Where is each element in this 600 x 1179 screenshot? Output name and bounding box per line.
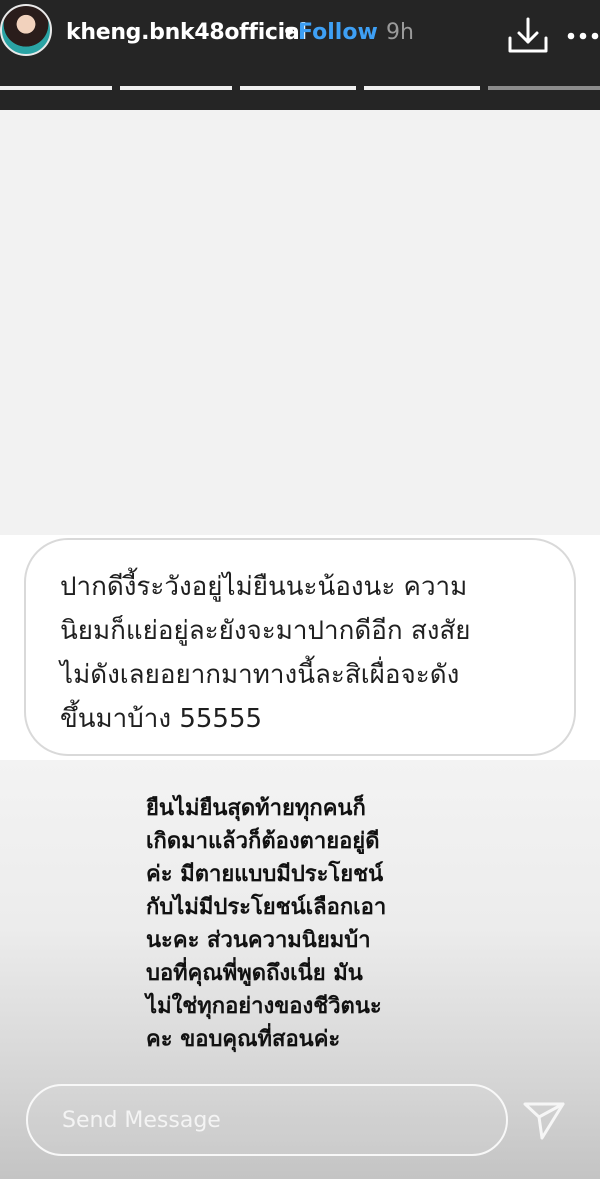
- reply-text-line: บอที่คุณพี่พูดถึงเนี่ย มัน: [146, 961, 363, 986]
- progress-segment-current: [488, 86, 600, 90]
- send-message-input[interactable]: Send Message: [26, 1084, 508, 1156]
- quoted-message-line: ปากดีงี้ระวังอยู่ไม่ยืนนะน้องนะ ความ: [60, 572, 468, 602]
- story-blank-area: [0, 110, 600, 535]
- reply-text-line: นะคะ ส่วนความนิยมบ้า: [146, 928, 371, 953]
- avatar[interactable]: [0, 4, 52, 56]
- progress-segment: [0, 86, 112, 90]
- progress-segment: [364, 86, 480, 90]
- post-time: 9h: [386, 20, 414, 45]
- send-icon[interactable]: [522, 1098, 566, 1142]
- username[interactable]: kheng.bnk48official: [66, 20, 307, 45]
- reply-text-line: เกิดมาแล้วก็ต้องตายอยู่ดี: [146, 829, 380, 854]
- reply-text-line: ยืนไม่ยืนสุดท้ายทุกคนก็: [146, 796, 366, 821]
- progress-segment: [240, 86, 356, 90]
- send-message-placeholder: Send Message: [62, 1108, 221, 1133]
- reply-text-line: คะ ขอบคุณที่สอนค่ะ: [146, 1027, 341, 1052]
- story-progress: [0, 86, 600, 92]
- story-header: kheng.bnk48official • Follow 9h: [0, 0, 600, 110]
- reply-text-line: กับไม่มีประโยชน์เลือกเอา: [146, 895, 387, 920]
- progress-segment: [120, 86, 232, 90]
- reply-text-line: ค่ะ มีตายแบบมีประโยชน์: [146, 862, 384, 887]
- more-icon[interactable]: [566, 16, 600, 56]
- reply-text-line: ไม่ใช่ทุกอย่างของชีวิตนะ: [146, 994, 382, 1019]
- quoted-message-line: ขึ้นมาบ้าง 55555: [60, 704, 263, 734]
- quoted-message-line: ไม่ดังเลยอยากมาทางนี้ละสิเผื่อจะดัง: [60, 660, 460, 690]
- download-icon[interactable]: [506, 16, 550, 56]
- separator-dot: •: [282, 20, 297, 45]
- quoted-message-line: นิยมก็แย่อยู่ละยังจะมาปากดีอีก สงสัย: [60, 616, 471, 646]
- follow-button[interactable]: Follow: [298, 20, 378, 45]
